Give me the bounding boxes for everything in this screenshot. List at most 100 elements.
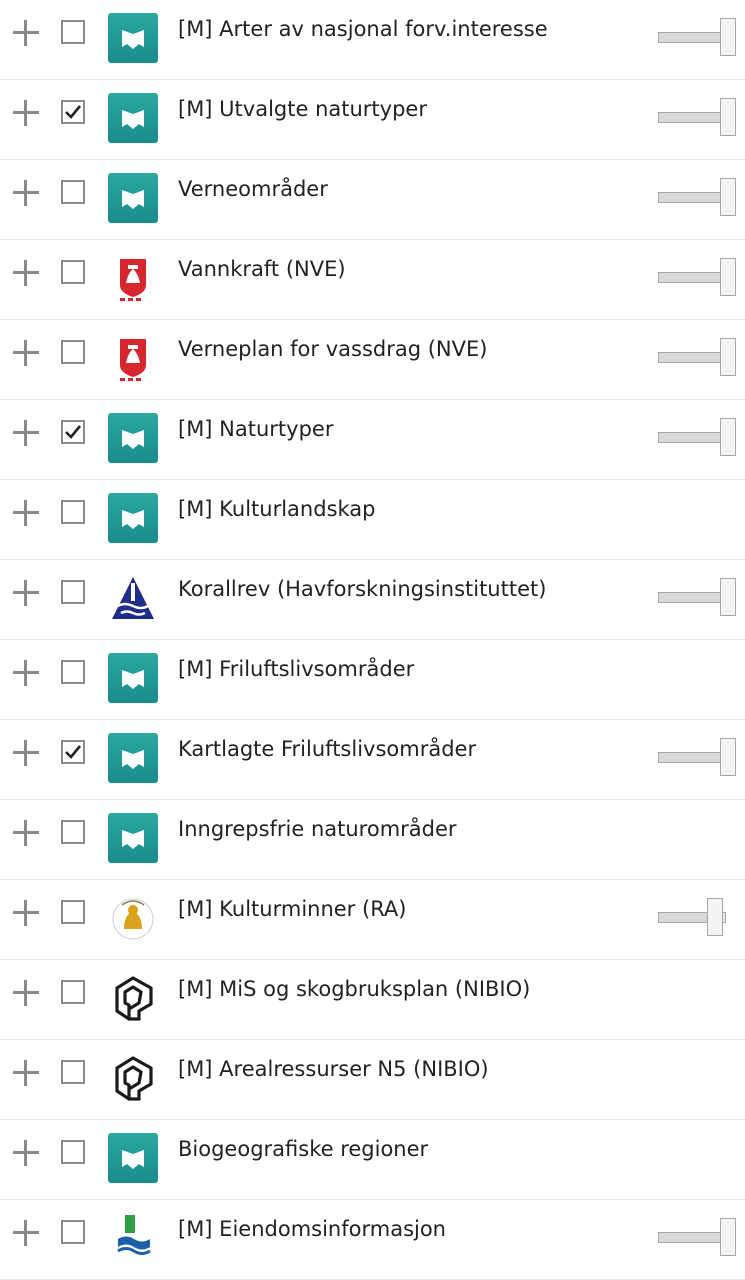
layer-label: [M] Arealressurser N5 (NIBIO) (178, 1057, 489, 1081)
expand-icon[interactable] (10, 177, 42, 209)
layer-checkbox[interactable] (61, 100, 85, 124)
kartverket-icon (108, 1213, 158, 1263)
expand-icon[interactable] (10, 1057, 42, 1089)
layer-row: [M] MiS og skogbruksplan (NIBIO) (0, 960, 745, 1040)
layer-row: [M] Arealressurser N5 (NIBIO) (0, 1040, 745, 1120)
layer-label: [M] Friluftslivsområder (178, 657, 415, 681)
slider-thumb[interactable] (707, 898, 723, 936)
layer-row: Verneområder (0, 160, 745, 240)
expand-icon[interactable] (10, 1137, 42, 1169)
opacity-slider[interactable] (656, 897, 738, 937)
miljodirektoratet-icon (108, 173, 158, 223)
slider-thumb[interactable] (720, 178, 736, 216)
nve-icon (108, 333, 158, 383)
slider-thumb[interactable] (720, 18, 736, 56)
layer-row: Kartlagte Friluftslivsområder (0, 720, 745, 800)
slider-thumb[interactable] (720, 258, 736, 296)
layer-label: [M] Naturtyper (178, 417, 334, 441)
miljodirektoratet-icon (108, 653, 158, 703)
riksantikvaren-icon (108, 893, 158, 943)
layer-row: Biogeografiske regioner (0, 1120, 745, 1200)
slider-thumb[interactable] (720, 578, 736, 616)
layer-checkbox[interactable] (61, 500, 85, 524)
layer-row: [M] Arter av nasjonal forv.interesse (0, 0, 745, 80)
expand-icon[interactable] (10, 897, 42, 929)
expand-icon[interactable] (10, 657, 42, 689)
layer-label: Inngrepsfrie naturområder (178, 817, 457, 841)
expand-icon[interactable] (10, 497, 42, 529)
miljodirektoratet-icon (108, 813, 158, 863)
expand-icon[interactable] (10, 977, 42, 1009)
layer-checkbox[interactable] (61, 580, 85, 604)
opacity-slider[interactable] (656, 97, 738, 137)
layer-row: Inngrepsfrie naturområder (0, 800, 745, 880)
layer-row: [M] Kulturlandskap (0, 480, 745, 560)
nibio-icon (108, 1053, 158, 1103)
slider-thumb[interactable] (720, 418, 736, 456)
opacity-slider[interactable] (656, 257, 738, 297)
layer-checkbox[interactable] (61, 260, 85, 284)
layer-row: [M] Friluftslivsområder (0, 640, 745, 720)
layer-checkbox[interactable] (61, 180, 85, 204)
miljodirektoratet-icon (108, 13, 158, 63)
miljodirektoratet-icon (108, 733, 158, 783)
layer-row: [M] Kulturminner (RA) (0, 880, 745, 960)
nibio-icon (108, 973, 158, 1023)
opacity-slider[interactable] (656, 1217, 738, 1257)
layer-checkbox[interactable] (61, 420, 85, 444)
expand-icon[interactable] (10, 17, 42, 49)
layer-checkbox[interactable] (61, 900, 85, 924)
slider-thumb[interactable] (720, 338, 736, 376)
expand-icon[interactable] (10, 737, 42, 769)
nve-icon (108, 253, 158, 303)
layer-label: [M] Utvalgte naturtyper (178, 97, 427, 121)
layer-row: [M] Utvalgte naturtyper (0, 80, 745, 160)
slider-thumb[interactable] (720, 738, 736, 776)
layer-checkbox[interactable] (61, 1060, 85, 1084)
miljodirektoratet-icon (108, 93, 158, 143)
expand-icon[interactable] (10, 577, 42, 609)
opacity-slider[interactable] (656, 737, 738, 777)
opacity-slider[interactable] (656, 17, 738, 57)
miljodirektoratet-icon (108, 413, 158, 463)
miljodirektoratet-icon (108, 1133, 158, 1183)
slider-thumb[interactable] (720, 1218, 736, 1256)
layer-row: [M] Naturtyper (0, 400, 745, 480)
layer-label: Verneplan for vassdrag (NVE) (178, 337, 488, 361)
expand-icon[interactable] (10, 257, 42, 289)
havforskningsinstituttet-icon (108, 573, 158, 623)
layer-checkbox[interactable] (61, 980, 85, 1004)
layer-row: Korallrev (Havforskningsinstituttet) (0, 560, 745, 640)
layer-list: [M] Arter av nasjonal forv.interesse [M]… (0, 0, 745, 1280)
layer-label: [M] Kulturlandskap (178, 497, 376, 521)
layer-checkbox[interactable] (61, 1220, 85, 1244)
layer-row: Vannkraft (NVE) (0, 240, 745, 320)
layer-checkbox[interactable] (61, 1140, 85, 1164)
expand-icon[interactable] (10, 817, 42, 849)
layer-checkbox[interactable] (61, 340, 85, 364)
expand-icon[interactable] (10, 97, 42, 129)
layer-label: [M] Arter av nasjonal forv.interesse (178, 17, 548, 41)
layer-label: Biogeografiske regioner (178, 1137, 429, 1161)
opacity-slider[interactable] (656, 337, 738, 377)
layer-checkbox[interactable] (61, 660, 85, 684)
layer-label: Korallrev (Havforskningsinstituttet) (178, 577, 547, 601)
layer-label: Vannkraft (NVE) (178, 257, 346, 281)
slider-thumb[interactable] (720, 98, 736, 136)
layer-label: [M] Eiendomsinformasjon (178, 1217, 446, 1241)
layer-row: [M] Eiendomsinformasjon (0, 1200, 745, 1280)
layer-row: Verneplan for vassdrag (NVE) (0, 320, 745, 400)
expand-icon[interactable] (10, 417, 42, 449)
opacity-slider[interactable] (656, 577, 738, 617)
expand-icon[interactable] (10, 337, 42, 369)
opacity-slider[interactable] (656, 417, 738, 457)
layer-label: Kartlagte Friluftslivsområder (178, 737, 477, 761)
layer-checkbox[interactable] (61, 20, 85, 44)
opacity-slider[interactable] (656, 177, 738, 217)
layer-checkbox[interactable] (61, 740, 85, 764)
layer-label: [M] MiS og skogbruksplan (NIBIO) (178, 977, 531, 1001)
layer-checkbox[interactable] (61, 820, 85, 844)
expand-icon[interactable] (10, 1217, 42, 1249)
layer-label: [M] Kulturminner (RA) (178, 897, 407, 921)
layer-label: Verneområder (178, 177, 328, 201)
